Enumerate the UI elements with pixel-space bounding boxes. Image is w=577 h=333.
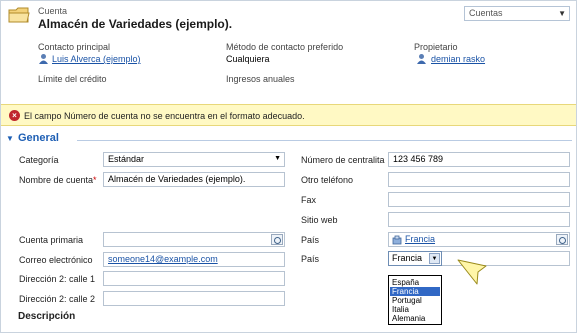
email-input[interactable]: someone14@example.com: [103, 252, 285, 267]
chevron-down-icon[interactable]: ▼: [429, 253, 440, 264]
account-name-value: Almacén de Variedades (ejemplo).: [108, 174, 246, 184]
credit-limit-label: Límite del crédito: [38, 74, 107, 84]
dropdown-option[interactable]: Alemania: [390, 314, 440, 323]
main-phone-value: 123 456 789: [393, 154, 444, 164]
notification-bar: × El campo Número de cuenta no se encuen…: [1, 104, 576, 126]
country-select-value: Francia: [392, 253, 423, 263]
country-select-label: País: [301, 254, 320, 264]
error-icon: ×: [9, 110, 20, 121]
address2-line2-input[interactable]: [103, 291, 285, 306]
owner-link[interactable]: demian rasko: [431, 54, 485, 64]
required-marker: *: [93, 175, 97, 185]
parent-account-label: Cuenta primaria: [19, 235, 84, 245]
dropdown-option-selected[interactable]: Francia: [390, 287, 440, 296]
primary-contact-link[interactable]: Luis Alverca (ejemplo): [52, 54, 141, 64]
address2-line1-label: Dirección 2: calle 1: [19, 274, 96, 284]
website-input[interactable]: [388, 212, 570, 227]
other-phone-label: Otro teléfono: [301, 175, 354, 185]
view-selector[interactable]: Cuentas ▼: [464, 6, 570, 21]
country-select[interactable]: Francia ▼: [388, 251, 442, 266]
lookup-icon[interactable]: [556, 234, 568, 245]
section-title[interactable]: General: [18, 132, 59, 144]
parent-account-lookup[interactable]: [103, 232, 285, 247]
fax-label: Fax: [301, 195, 317, 205]
website-label: Sitio web: [301, 215, 338, 225]
notification-text: El campo Número de cuenta no se encuentr…: [24, 111, 305, 121]
account-folder-icon: [8, 7, 30, 23]
primary-contact-label: Contacto principal: [38, 42, 111, 52]
owner-label: Propietario: [414, 42, 458, 52]
user-icon: [417, 54, 426, 64]
collapse-caret-icon[interactable]: ▼: [6, 134, 14, 143]
email-label: Correo electrónico: [19, 255, 93, 265]
dropdown-option[interactable]: España: [390, 278, 440, 287]
entity-type-label: Cuenta: [38, 6, 68, 16]
country-lookup-value[interactable]: Francia: [405, 234, 435, 244]
account-name-label: Nombre de cuenta*: [19, 175, 97, 185]
annual-revenue-label: Ingresos anuales: [226, 74, 295, 84]
main-phone-label: Número de centralita: [301, 155, 385, 165]
view-selector-value: Cuentas: [469, 8, 503, 18]
dropdown-option[interactable]: Portugal: [390, 296, 440, 305]
contact-method-value: Cualquiera: [226, 54, 270, 64]
record-icon: [392, 235, 402, 245]
fax-input[interactable]: [388, 192, 570, 207]
section-divider: [77, 140, 572, 141]
account-name-label-text: Nombre de cuenta: [19, 175, 94, 185]
country-lookup[interactable]: Francia: [388, 232, 570, 247]
dropdown-option[interactable]: Italia: [390, 305, 440, 314]
lookup-icon[interactable]: [271, 234, 283, 245]
category-select[interactable]: Estándar ▼: [103, 152, 285, 167]
contact-method-label: Método de contacto preferido: [226, 42, 344, 52]
email-value[interactable]: someone14@example.com: [108, 254, 218, 264]
category-value: Estándar: [108, 154, 145, 164]
address2-line2-label: Dirección 2: calle 2: [19, 294, 96, 304]
record-title: Almacén de Variedades (ejemplo).: [38, 17, 233, 31]
other-phone-input[interactable]: [388, 172, 570, 187]
chevron-down-icon: ▼: [558, 9, 566, 18]
description-section-title: Descripción: [18, 311, 76, 322]
chevron-down-icon: ▼: [274, 155, 281, 162]
country-lookup-label: País: [301, 235, 320, 245]
category-label: Categoría: [19, 155, 59, 165]
main-phone-input[interactable]: 123 456 789: [388, 152, 570, 167]
account-name-input[interactable]: Almacén de Variedades (ejemplo).: [103, 172, 285, 187]
country-dropdown-list: España Francia Portugal Italia Alemania: [388, 275, 442, 325]
address2-line1-input[interactable]: [103, 271, 285, 286]
user-icon: [39, 54, 48, 64]
callout-arrow-icon: [457, 259, 487, 285]
